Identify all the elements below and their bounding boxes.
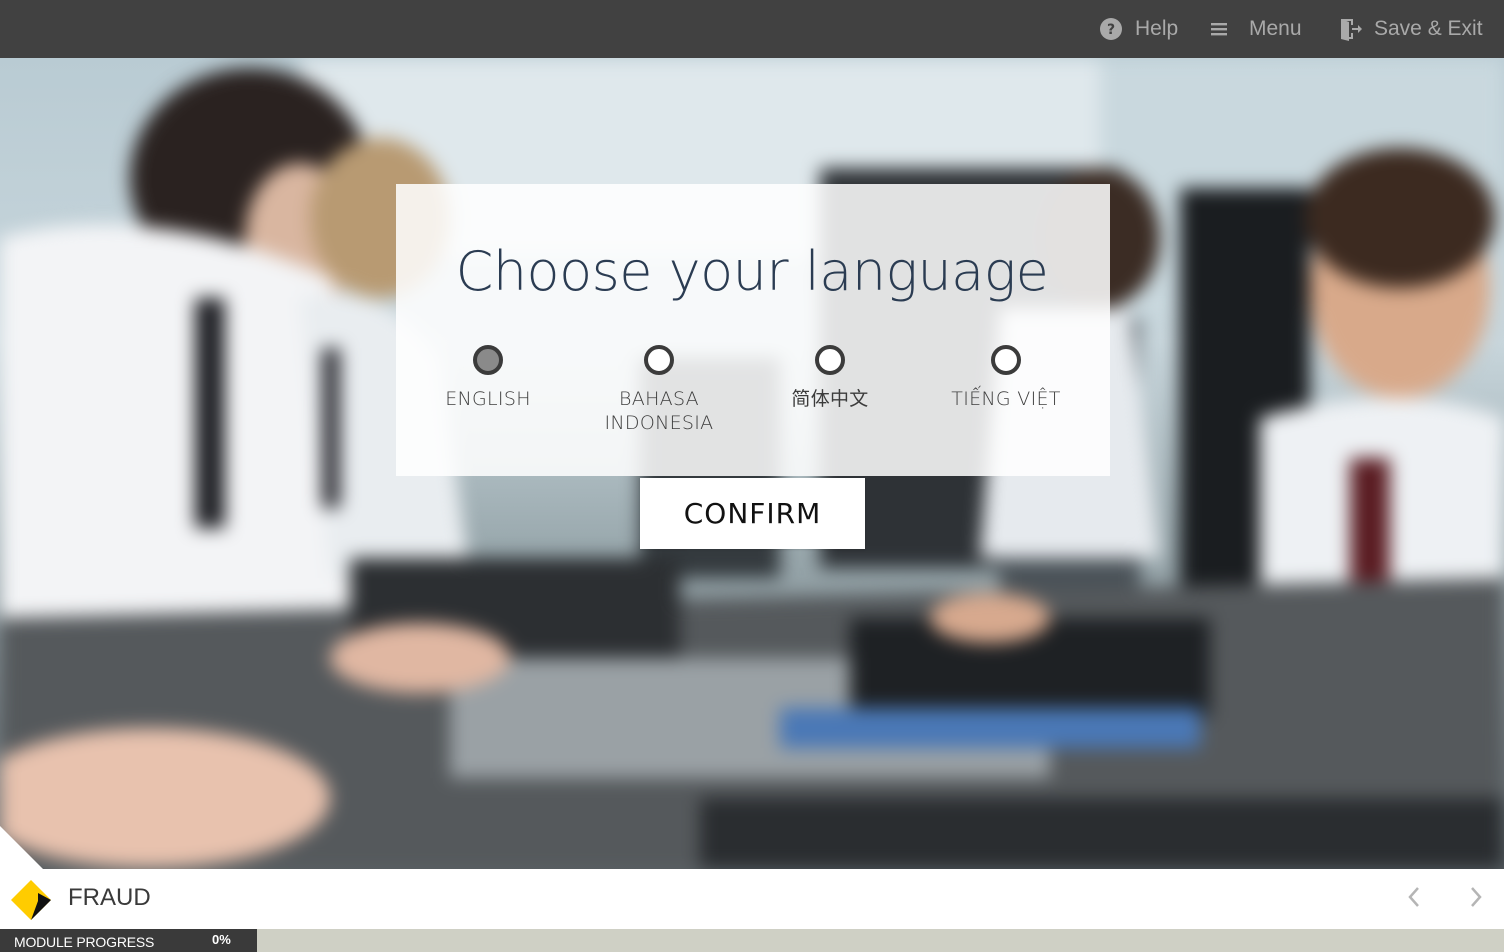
menu-label: Menu <box>1249 17 1302 40</box>
confirm-button[interactable]: CONFIRM <box>640 478 865 549</box>
help-button[interactable]: ? Help <box>1099 0 1178 58</box>
yellow-diamond-logo <box>10 879 52 926</box>
language-option-vietnamese[interactable]: TIẾNG VIỆT <box>921 345 1091 411</box>
radio-chinese[interactable] <box>815 345 845 375</box>
module-title: FRAUD <box>68 884 151 911</box>
bottom-bar <box>0 869 1504 929</box>
top-bar: ? Help Menu Save & Exit <box>0 0 1504 58</box>
exit-door-icon <box>1340 17 1362 41</box>
save-exit-label: Save & Exit <box>1374 17 1483 40</box>
question-circle-icon: ? <box>1099 17 1123 41</box>
language-dialog <box>396 184 1110 476</box>
save-exit-button[interactable]: Save & Exit <box>1340 0 1483 58</box>
language-option-chinese[interactable]: 简体中文 <box>745 345 915 411</box>
previous-button[interactable] <box>1399 884 1429 914</box>
progress-value: 0% <box>212 932 231 947</box>
language-label: TIẾNG VIỆT <box>951 388 1061 410</box>
radio-vietnamese[interactable] <box>991 345 1021 375</box>
help-label: Help <box>1135 17 1179 40</box>
language-label: 简体中文 <box>791 388 869 410</box>
language-option-english[interactable]: ENGLISH <box>403 345 573 411</box>
corner-notch <box>0 826 44 870</box>
language-label: BAHASA INDONESIA <box>604 388 714 434</box>
next-button[interactable] <box>1461 884 1491 914</box>
chevron-right-icon <box>1469 886 1483 913</box>
radio-english[interactable] <box>473 345 503 375</box>
menu-button[interactable]: Menu <box>1211 0 1302 58</box>
chevron-left-icon <box>1407 886 1421 913</box>
progress-label: MODULE PROGRESS <box>14 934 155 950</box>
radio-bahasa-indonesia[interactable] <box>644 345 674 375</box>
hamburger-icon <box>1211 21 1227 37</box>
language-option-bahasa-indonesia[interactable]: BAHASA INDONESIA <box>574 345 744 435</box>
svg-text:?: ? <box>1107 22 1115 38</box>
language-label: ENGLISH <box>445 388 531 410</box>
dialog-title: Choose your language <box>455 240 1049 303</box>
